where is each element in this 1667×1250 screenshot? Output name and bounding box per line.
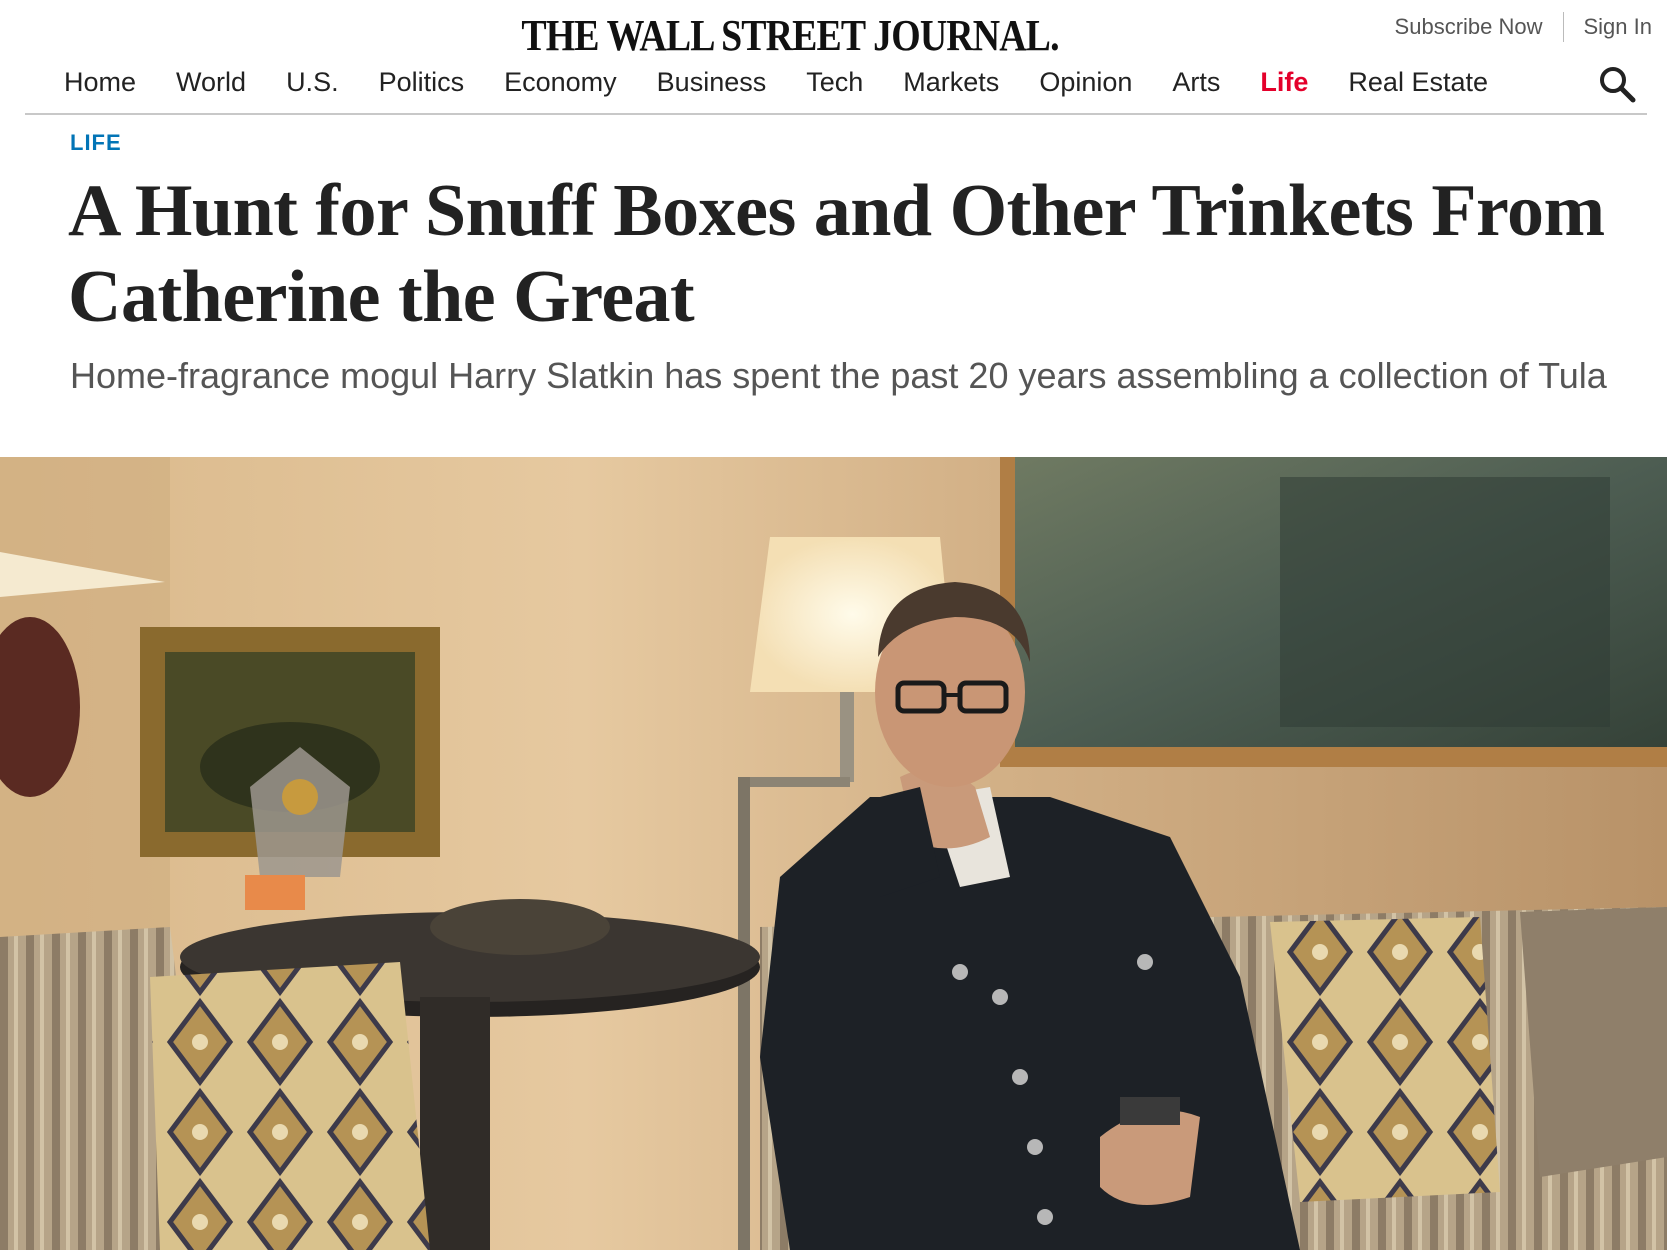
- search-icon[interactable]: [1597, 64, 1637, 104]
- nav-item-real-estate[interactable]: Real Estate: [1348, 67, 1488, 98]
- nav-item-opinion[interactable]: Opinion: [1039, 67, 1132, 98]
- nav-item-arts[interactable]: Arts: [1172, 67, 1220, 98]
- nav-item-home[interactable]: Home: [64, 67, 136, 98]
- nav-item-business[interactable]: Business: [657, 67, 767, 98]
- main-nav: Home World U.S. Politics Economy Busines…: [25, 60, 1647, 115]
- nav-item-politics[interactable]: Politics: [379, 67, 465, 98]
- nav-item-tech[interactable]: Tech: [806, 67, 863, 98]
- article-headline: A Hunt for Snuff Boxes and Other Trinket…: [68, 170, 1605, 338]
- article-page: THE WALL STREET JOURNAL. Subscribe Now S…: [0, 0, 1667, 1250]
- account-divider: [1562, 12, 1564, 42]
- subscribe-link[interactable]: Subscribe Now: [1395, 14, 1543, 40]
- nav-item-us[interactable]: U.S.: [286, 67, 339, 98]
- masthead-logo[interactable]: THE WALL STREET JOURNAL.: [111, 10, 1470, 61]
- nav-item-life[interactable]: Life: [1260, 67, 1308, 98]
- article-dek: Home-fragrance mogul Harry Slatkin has s…: [70, 355, 1607, 396]
- hero-photo-illustration: [0, 457, 1667, 1250]
- nav-item-economy[interactable]: Economy: [504, 67, 617, 98]
- nav-item-markets[interactable]: Markets: [903, 67, 999, 98]
- account-links: Subscribe Now Sign In: [1395, 12, 1652, 42]
- article-category[interactable]: LIFE: [70, 130, 122, 156]
- signin-link[interactable]: Sign In: [1584, 14, 1653, 40]
- nav-item-world[interactable]: World: [176, 67, 246, 98]
- article-hero-photo: [0, 457, 1667, 1250]
